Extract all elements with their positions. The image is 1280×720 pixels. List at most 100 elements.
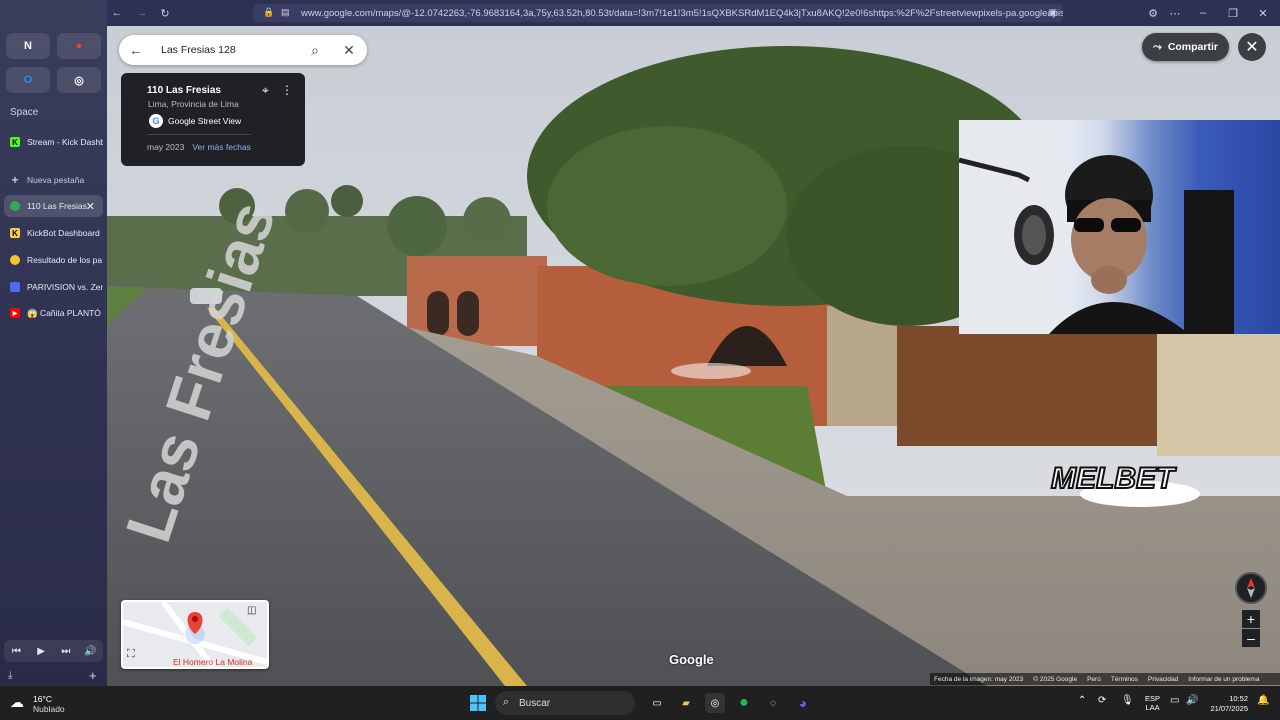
notification-icon[interactable]: 🔔 <box>1257 695 1269 706</box>
more-options-icon[interactable]: ⋮ <box>281 83 293 97</box>
search-icon[interactable]: ⌕ <box>307 42 323 58</box>
tab-label: Stream - Kick Dashb <box>27 137 103 147</box>
sidebar-tab-youtube[interactable]: ▶ 😱 Cañita PLANTÓ <box>4 302 103 324</box>
microphone-icon[interactable]: 🎙 <box>1121 695 1134 706</box>
task-view-icon[interactable]: ▭ <box>647 693 667 713</box>
system-clock[interactable]: 10:52 21/07/2025 <box>1208 694 1248 714</box>
close-window-icon[interactable]: ✕ <box>1255 5 1271 21</box>
zoom-out-button[interactable]: – <box>1242 629 1260 647</box>
divider <box>147 134 251 135</box>
share-button[interactable]: ⤳ Compartir <box>1142 33 1229 61</box>
sidebar-new-tab[interactable]: + Nueva pestaña <box>4 169 103 191</box>
country-link[interactable]: Perú <box>1087 676 1101 683</box>
forward-icon[interactable]: → <box>134 5 150 21</box>
extensions-icon[interactable]: ⚙ <box>1145 5 1161 21</box>
volume-icon[interactable]: 🔊 <box>82 642 100 660</box>
maps-icon <box>10 201 20 211</box>
sidebar-tab-resultado[interactable]: Resultado de los pa <box>4 249 103 271</box>
google-icon: G <box>149 114 163 128</box>
search-input[interactable]: Las Fresias 128 <box>161 44 236 56</box>
place-subtitle: Lima, Provincia de Lima <box>148 99 239 109</box>
site-settings-icon[interactable]: ▤ <box>281 7 290 18</box>
terms-link[interactable]: Términos <box>1111 676 1138 683</box>
youtube-icon: ▶ <box>10 308 20 318</box>
download-icon[interactable]: ⤓ <box>8 670 12 681</box>
reload-icon[interactable]: ↻ <box>157 5 173 21</box>
report-problem-link[interactable]: Informar de un problema <box>1188 676 1259 683</box>
pinned-openai[interactable]: ◎ <box>57 67 101 93</box>
app-icon[interactable]: ◌ <box>763 693 783 713</box>
play-icon[interactable]: ▶ <box>32 642 50 660</box>
more-icon[interactable]: ⋯ <box>1167 5 1183 21</box>
more-dates-link[interactable]: Ver más fechas <box>192 142 251 152</box>
street-view-source: G Google Street View <box>149 114 241 128</box>
maximize-icon[interactable]: ❐ <box>1225 5 1241 21</box>
minimize-icon[interactable]: – <box>1195 5 1211 21</box>
capture-date-row: may 2023 Ver más fechas <box>147 142 251 152</box>
share-icon: ⤳ <box>1153 40 1162 53</box>
site-icon <box>10 255 20 265</box>
street-view-info-card: 110 Las Fresias Lima, Provincia de Lima … <box>121 73 305 166</box>
tab-label: Resultado de los pa <box>27 255 103 265</box>
search-box[interactable]: ← Las Fresias 128 ⌕ ✕ <box>119 35 367 65</box>
minimap-layers-icon[interactable]: ◫ <box>247 605 256 616</box>
pinned-app[interactable]: ● <box>57 33 101 59</box>
copyright: © 2025 Google <box>1033 675 1078 683</box>
pinned-outlook[interactable]: O <box>6 67 50 93</box>
minimap-place-label: El Homero La Molina <box>173 657 253 667</box>
google-logo: Google <box>669 652 714 667</box>
show-hidden-icons[interactable]: ⌃ <box>1078 695 1086 706</box>
svg-text:MELBET: MELBET <box>1051 462 1177 495</box>
next-track-icon[interactable]: ⏭ <box>57 642 75 660</box>
plus-icon: + <box>1246 611 1256 627</box>
sync-icon[interactable]: ⟳ <box>1098 695 1106 706</box>
windows-taskbar: ☁ 16°C Nublado ⌕ Buscar ▭ ▰ ◎ ● ◌ ◕ ⌃ ⟳ … <box>0 686 1280 720</box>
tab-label: 110 Las Fresias <box>27 201 87 211</box>
weather-icon[interactable]: ☁ <box>10 694 24 711</box>
volume-icon[interactable]: 🔊 <box>1186 695 1198 706</box>
taskbar-search[interactable]: ⌕ Buscar <box>495 691 635 715</box>
network-icon[interactable]: ▭ <box>1170 695 1179 706</box>
compass-icon[interactable] <box>1235 572 1267 604</box>
url-text: www.google.com/maps/@-12.0742263,-76.968… <box>301 7 1063 19</box>
close-street-view-button[interactable]: ✕ <box>1238 33 1266 61</box>
privacy-link[interactable]: Privacidad <box>1148 676 1178 683</box>
back-icon[interactable]: ← <box>109 5 125 21</box>
tab-label: 😱 Cañita PLANTÓ <box>27 307 101 318</box>
pinned-notion[interactable]: N <box>6 33 50 59</box>
close-icon: ✕ <box>1245 39 1259 56</box>
minimap[interactable]: ⛶ ◫ El Homero La Molina <box>121 600 269 669</box>
file-explorer-icon[interactable]: ▰ <box>676 693 696 713</box>
close-tab-icon[interactable]: ✕ <box>86 200 95 213</box>
sidebar-tab-kickbot[interactable]: K KickBot Dashboard <box>4 222 103 244</box>
location-pin-icon[interactable]: ⌖ <box>262 83 269 98</box>
clear-search-icon[interactable]: ✕ <box>341 42 357 58</box>
windows-start-icon[interactable] <box>468 693 488 713</box>
spotify-icon[interactable]: ● <box>734 693 754 713</box>
previous-track-icon[interactable]: ⏮ <box>7 642 25 660</box>
browser-icon[interactable]: ◎ <box>705 693 725 713</box>
space-label: Space <box>10 107 39 118</box>
kickbot-icon: K <box>10 228 20 238</box>
webcam-overlay <box>959 120 1280 334</box>
media-controls: ⏮ ▶ ⏭ 🔊 <box>4 640 103 662</box>
language-indicator[interactable]: ESP LAA <box>1145 694 1160 712</box>
maps-footer: Fecha de la imagen: may 2023 © 2025 Goog… <box>930 673 1280 685</box>
bookmark-icon[interactable]: ▣ <box>1048 7 1057 18</box>
kick-icon: K <box>10 137 20 147</box>
address-bar[interactable]: 🔒 ▤ www.google.com/maps/@-12.0742263,-76… <box>253 4 1063 22</box>
zoom-in-button[interactable]: + <box>1242 610 1260 628</box>
discord-icon[interactable]: ◕ <box>793 693 813 713</box>
site-icon <box>10 282 20 292</box>
expand-map-icon[interactable]: ⛶ <box>127 648 135 661</box>
tab-label: Nueva pestaña <box>27 175 85 185</box>
search-icon: ⌕ <box>503 696 510 708</box>
minus-icon: – <box>1247 630 1255 646</box>
sidebar-tab-maps[interactable]: 110 Las Fresias ✕ <box>4 195 103 217</box>
sidebar-tab-kick[interactable]: K Stream - Kick Dashb <box>4 131 103 153</box>
weather-temperature: 16°C <box>33 694 52 704</box>
add-space-icon[interactable]: + <box>89 668 97 683</box>
weather-description: Nublado <box>33 704 65 714</box>
sidebar-tab-parivision[interactable]: PARIVISION vs. Zen <box>4 276 103 298</box>
back-arrow-icon[interactable]: ← <box>128 42 144 58</box>
